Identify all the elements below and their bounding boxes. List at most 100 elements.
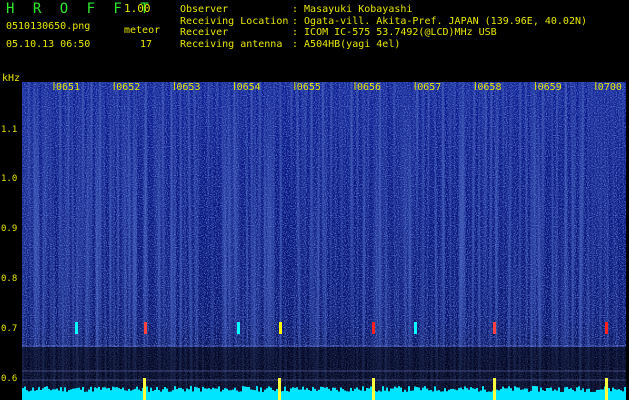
signal-bar: [360, 390, 362, 394]
signal-bar: [46, 386, 48, 394]
signal-bar: [106, 388, 108, 394]
signal-bar: [212, 387, 214, 394]
time-tick-label: 0656: [357, 82, 382, 93]
signal-bar: [56, 388, 58, 394]
signal-bar: [384, 390, 386, 394]
signal-bar: [90, 386, 92, 394]
signal-bar: [538, 391, 540, 394]
signal-bar: [378, 390, 380, 394]
time-tick-label: 0700: [597, 82, 622, 93]
signal-bar: [210, 389, 212, 394]
signal-bar: [602, 389, 604, 394]
signal-bar: [322, 387, 324, 394]
signal-bar: [228, 390, 230, 394]
signal-bar: [120, 389, 122, 394]
signal-bar: [204, 388, 206, 394]
signal-bar: [410, 390, 412, 394]
signal-bar: [92, 391, 94, 394]
signal-bar: [426, 388, 428, 394]
signal-bar: [226, 388, 228, 394]
info-row-location: Receiving Location: Ogata-vill. Akita-Pr…: [180, 16, 587, 28]
signal-bar: [80, 389, 82, 394]
signal-bar: [290, 388, 292, 394]
signal-bar: [206, 388, 208, 394]
info-row-receiver: Receiver: ICOM IC-575 53.7492(@LCD)MHz U…: [180, 27, 587, 39]
signal-bar: [50, 390, 52, 394]
signal-bar: [560, 391, 562, 394]
signal-bar: [192, 391, 194, 394]
signal-bar: [44, 386, 46, 394]
signal-bar: [342, 389, 344, 394]
signal-bar: [118, 388, 120, 394]
signal-bar: [618, 389, 620, 394]
signal-bar: [312, 386, 314, 394]
signal-bar: [588, 388, 590, 394]
signal-bar: [436, 390, 438, 394]
signal-bar: [296, 387, 298, 394]
signal-bar: [490, 391, 492, 394]
meteor-echo: [144, 322, 147, 334]
signal-bar: [244, 386, 246, 394]
signal-bar: [416, 386, 418, 394]
meteor-echo: [493, 322, 496, 334]
signal-bar: [404, 389, 406, 394]
signal-bar: [308, 389, 310, 394]
signal-bar: [140, 390, 142, 394]
signal-bar: [352, 390, 354, 394]
signal-bar: [130, 390, 132, 394]
signal-bar: [284, 386, 286, 394]
signal-bar: [444, 388, 446, 394]
signal-bar: [196, 387, 198, 394]
signal-bar: [28, 391, 30, 394]
signal-bar: [394, 386, 396, 394]
signal-bar: [36, 390, 38, 394]
signal-bar: [476, 387, 478, 394]
meteor-count: 17: [140, 39, 153, 50]
signal-bar: [154, 389, 156, 394]
signal-bar: [408, 386, 410, 394]
signal-bar: [598, 389, 600, 394]
meteor-echo: [414, 322, 417, 334]
signal-bar: [110, 390, 112, 394]
signal-bar: [462, 389, 464, 394]
signal-bar: [474, 388, 476, 394]
signal-bar: [386, 387, 388, 394]
signal-bar: [48, 388, 50, 394]
signal-bar: [486, 391, 488, 394]
signal-bar: [460, 387, 462, 394]
signal-bar: [594, 391, 596, 394]
time-tick-label: 0658: [477, 82, 502, 93]
signal-bar: [358, 389, 360, 394]
signal-bar: [202, 386, 204, 394]
signal-bar: [134, 388, 136, 394]
signal-bar: [340, 387, 342, 394]
signal-floor: [22, 394, 626, 400]
signal-bar: [484, 389, 486, 394]
time-tick-label: 0655: [296, 82, 321, 93]
signal-bar: [438, 390, 440, 394]
signal-bar: [610, 391, 612, 394]
signal-bar: [562, 391, 564, 394]
info-value: : Ogata-vill. Akita-Pref. JAPAN (139.96E…: [292, 15, 588, 27]
signal-peak: [278, 378, 281, 400]
signal-peak: [372, 378, 375, 400]
signal-bar: [246, 386, 248, 394]
signal-bar: [612, 387, 614, 394]
signal-bar: [298, 389, 300, 394]
time-tick-label: 0659: [537, 82, 562, 93]
signal-bar: [24, 386, 26, 394]
meteor-label: meteor: [124, 25, 161, 36]
signal-bar: [128, 388, 130, 394]
signal-bar: [582, 388, 584, 394]
signal-bar: [570, 388, 572, 394]
signal-bar: [504, 388, 506, 394]
signal-bar: [580, 390, 582, 394]
signal-bar: [230, 390, 232, 394]
signal-bar: [464, 386, 466, 394]
signal-bar: [502, 386, 504, 394]
signal-bar: [224, 388, 226, 394]
signal-bar: [62, 391, 64, 394]
signal-bar: [600, 389, 602, 394]
signal-bar: [458, 388, 460, 394]
signal-bar: [368, 388, 370, 394]
